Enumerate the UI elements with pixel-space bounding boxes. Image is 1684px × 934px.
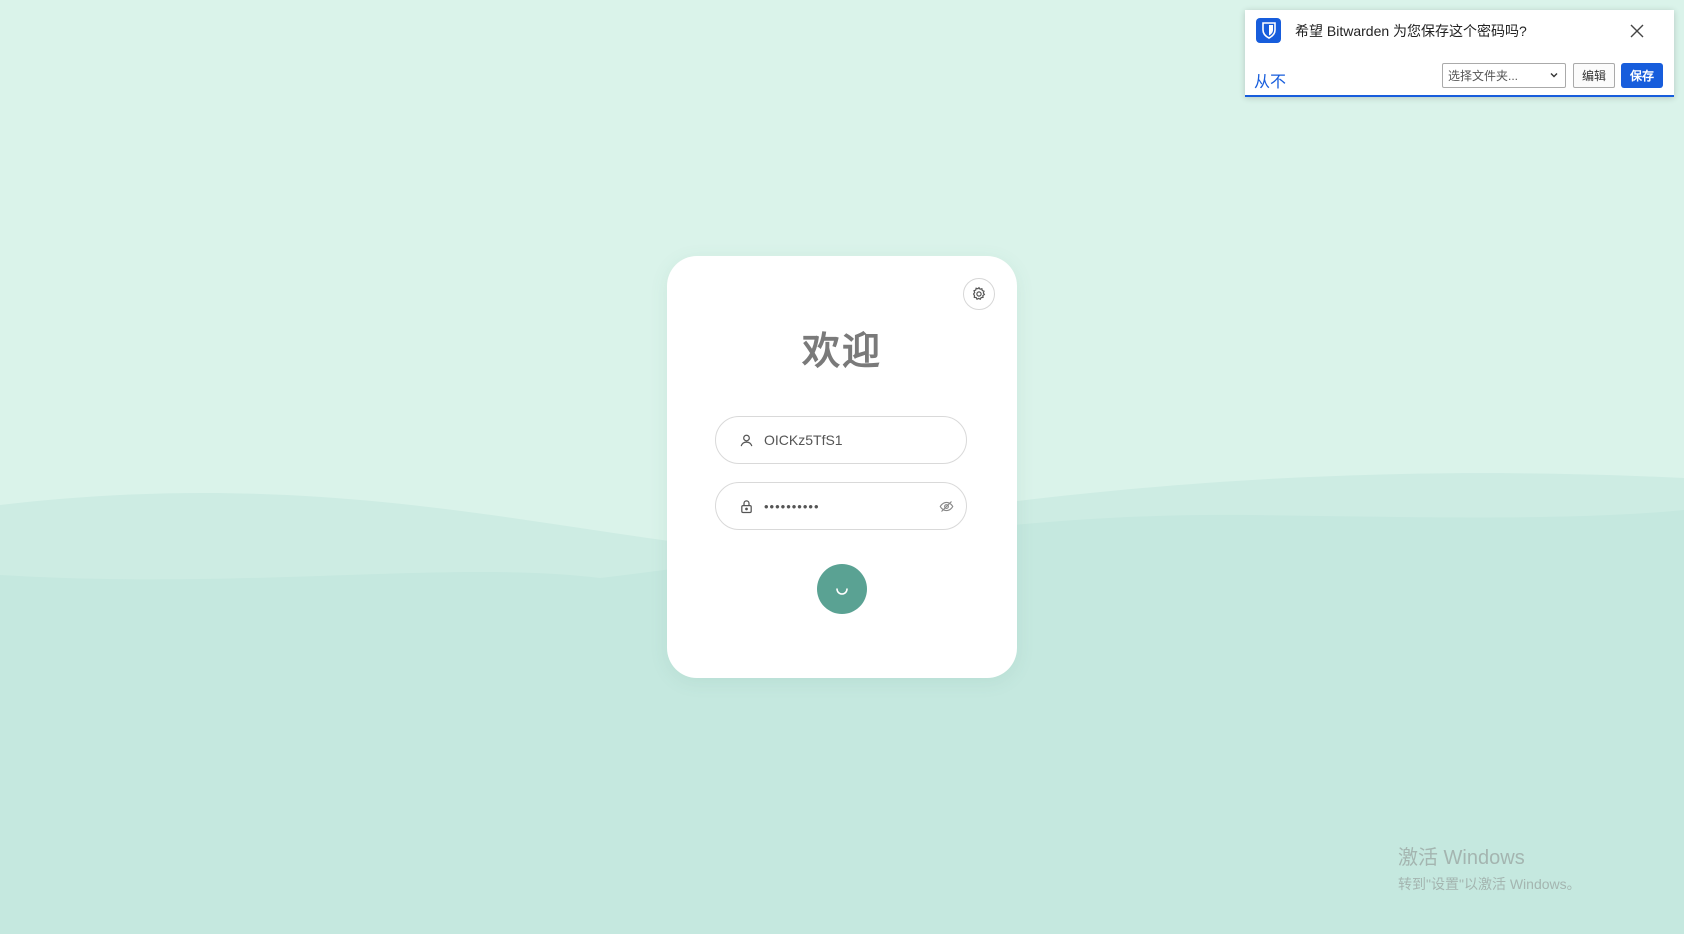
save-button[interactable]: 保存	[1621, 63, 1663, 88]
watermark-line-2: 转到"设置"以激活 Windows。	[1398, 876, 1581, 892]
loading-spinner-icon	[836, 588, 848, 595]
bitwarden-question: 希望 Bitwarden 为您保存这个密码吗?	[1295, 23, 1527, 39]
page-title: 欢迎	[801, 331, 882, 373]
bitwarden-shield-icon	[1256, 18, 1281, 43]
username-field[interactable]	[715, 416, 967, 464]
gear-icon	[972, 286, 986, 301]
login-page: 欢迎 OICKz5TfS1 •••••••••• 希望 Bitwarden 为您…	[0, 0, 1684, 934]
username-input[interactable]	[764, 432, 966, 448]
lock-icon	[738, 498, 754, 514]
password-field[interactable]	[715, 482, 967, 530]
close-icon[interactable]	[1629, 23, 1645, 39]
eye-off-icon[interactable]	[938, 498, 954, 514]
watermark-line-1: 激活 Windows	[1398, 847, 1525, 869]
user-icon	[738, 432, 754, 448]
never-button[interactable]: 从不	[1254, 68, 1286, 92]
edit-button[interactable]: 编辑	[1573, 63, 1615, 88]
folder-select-value: 选择文件夹...	[1448, 69, 1519, 83]
chevron-down-icon	[1550, 73, 1558, 78]
login-submit-button[interactable]	[817, 564, 867, 614]
password-input[interactable]	[764, 498, 938, 514]
login-card: 欢迎	[667, 256, 1017, 678]
folder-select[interactable]: 选择文件夹...	[1442, 63, 1566, 88]
windows-activation-watermark: 激活 Windows 转到"设置"以激活 Windows。	[1398, 841, 1581, 894]
settings-button[interactable]	[963, 278, 995, 310]
bitwarden-save-prompt: 希望 Bitwarden 为您保存这个密码吗? 从不 选择文件夹... 编辑 保…	[1245, 10, 1674, 97]
